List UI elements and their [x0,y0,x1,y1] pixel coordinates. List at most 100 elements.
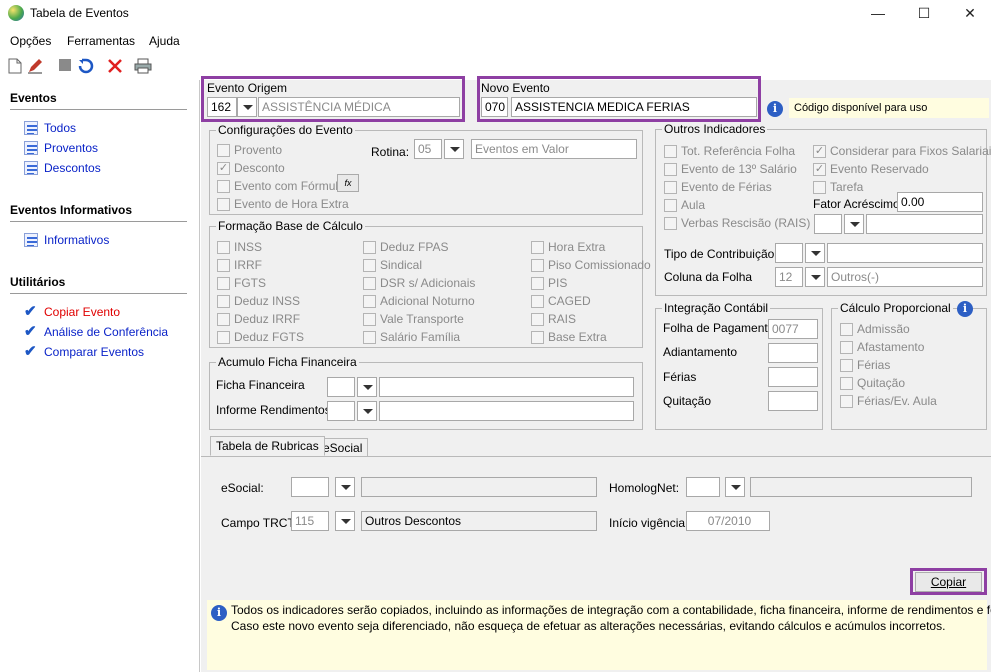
base-checkbox[interactable]: Salário Família [363,330,460,344]
print-icon[interactable] [134,58,152,76]
outros-checkbox[interactable]: Verbas Rescisão (RAIS) [664,216,810,230]
ficha-desc[interactable] [379,377,634,397]
base-checkbox[interactable]: INSS [217,240,262,254]
outros-checkbox[interactable]: ✓ Considerar para Fixos Salariais [813,144,991,158]
base-checkbox[interactable]: Sindical [363,258,422,272]
coluna-dropdown[interactable] [805,267,825,287]
homolognet-label: HomologNet: [609,481,680,495]
trct-dropdown[interactable] [335,511,355,531]
ficha-dropdown[interactable] [357,377,377,397]
proporcional-checkbox[interactable]: Afastamento [840,340,924,354]
base-checkbox[interactable]: RAIS [531,312,576,326]
close-button[interactable]: ✕ [947,0,991,28]
menu-opcoes[interactable]: Opções [10,34,51,48]
quitacao-input[interactable] [768,391,818,411]
informe-code[interactable] [327,401,355,421]
fator-input[interactable]: 0.00 [897,192,983,212]
codigo-status: Código disponível para uso [794,102,928,114]
integracao-group: Integração Contábil Folha de Pagamento 0… [655,301,823,430]
ferias-input[interactable] [768,367,818,387]
vigencia-label: Início vigência: [609,516,689,530]
coluna-code[interactable]: 12 [775,267,803,287]
proporcional-checkbox[interactable]: Quitação [840,376,905,390]
verbas-dropdown[interactable] [844,214,864,234]
sidebar-item-proventos[interactable]: Proventos [24,141,98,155]
informe-desc[interactable] [379,401,634,421]
base-checkbox[interactable]: Deduz FGTS [217,330,304,344]
menu-ferramentas[interactable]: Ferramentas [67,34,135,48]
outros-checkbox[interactable]: Evento de 13º Salário [664,162,797,176]
esocial-code[interactable] [291,477,329,497]
undo-icon[interactable] [77,58,95,76]
adiantamento-input[interactable] [768,343,818,363]
sidebar-item-analise[interactable]: ✔ Análise de Conferência [24,324,168,339]
proporcional-checkbox[interactable]: Admissão [840,322,910,336]
homolognet-desc [750,477,972,497]
outros-checkbox[interactable]: Tot. Referência Folha [664,144,795,158]
menu-ajuda[interactable]: Ajuda [149,34,180,48]
evento-origem-dropdown[interactable] [237,97,257,117]
evento-origem-code[interactable]: 162 [207,97,237,117]
sidebar-item-comparar[interactable]: ✔ Comparar Eventos [24,344,144,359]
formula-button[interactable]: fx [337,174,359,192]
proporcional-checkbox[interactable]: Férias [840,358,890,372]
base-checkbox[interactable]: IRRF [217,258,262,272]
outros-checkbox[interactable]: ✓ Evento Reservado [813,162,929,176]
base-checkbox[interactable]: Piso Comissionado [531,258,651,272]
sidebar-item-informativos[interactable]: Informativos [24,233,109,247]
base-checkbox[interactable]: Hora Extra [531,240,605,254]
edit-icon[interactable] [26,58,44,76]
evento-origem-label: Evento Origem [207,81,288,95]
rotina-dropdown[interactable] [444,139,464,159]
delete-icon[interactable] [106,58,124,76]
sidebar-item-descontos[interactable]: Descontos [24,161,101,175]
folha-input[interactable]: 0077 [768,319,818,339]
minimize-button[interactable]: — [855,0,901,28]
tipo-code[interactable] [775,243,803,263]
tab-rubricas[interactable]: Tabela de Rubricas [210,436,325,456]
maximize-button[interactable]: ☐ [901,0,947,28]
base-checkbox[interactable]: Deduz IRRF [217,312,300,326]
copiar-button[interactable]: Copiar [915,572,982,592]
base-checkbox[interactable]: FGTS [217,276,266,290]
folha-label: Folha de Pagamento [663,321,775,335]
novo-evento-code[interactable]: 070 [481,97,508,117]
verbas-desc[interactable] [866,214,983,234]
base-checkbox[interactable]: Base Extra [531,330,607,344]
sidebar-item-todos[interactable]: Todos [24,121,76,135]
base-checkbox[interactable]: Deduz FPAS [363,240,448,254]
esocial-dropdown[interactable] [335,477,355,497]
formula-checkbox[interactable]: Evento com Fórmula [217,179,345,193]
base-checkbox[interactable]: PIS [531,276,567,290]
trct-code[interactable]: 115 [291,511,329,531]
provento-checkbox[interactable]: Provento [217,143,282,157]
desconto-checkbox[interactable]: ✓ Desconto [217,161,285,175]
outros-checkbox[interactable]: Aula [664,198,705,212]
base-checkbox[interactable]: CAGED [531,294,591,308]
sidebar-section-eventos: Eventos [10,91,57,105]
hora-extra-checkbox[interactable]: Evento de Hora Extra [217,197,349,211]
homolognet-dropdown[interactable] [725,477,745,497]
verbas-code[interactable] [814,214,842,234]
homolognet-code[interactable] [686,477,720,497]
base-checkbox[interactable]: Deduz INSS [217,294,300,308]
proporcional-checkbox[interactable]: Férias/Ev. Aula [840,394,937,408]
vigencia-input[interactable]: 07/2010 [686,511,770,531]
informe-dropdown[interactable] [357,401,377,421]
info-icon[interactable]: i [957,301,973,317]
rotina-code[interactable]: 05 [414,139,442,159]
new-document-icon[interactable] [6,58,24,76]
base-checkbox[interactable]: DSR s/ Adicionais [363,276,475,290]
tipo-desc[interactable] [827,243,983,263]
notice-line-2: Caso este novo evento seja diferenciado,… [231,619,946,633]
ficha-code[interactable] [327,377,355,397]
base-checkbox[interactable]: Adicional Noturno [363,294,475,308]
stop-icon[interactable] [56,58,74,76]
tipo-dropdown[interactable] [805,243,825,263]
base-checkbox[interactable]: Vale Transporte [363,312,464,326]
adiantamento-label: Adiantamento [663,345,738,359]
sidebar-item-copiar-evento[interactable]: ✔ Copiar Evento [24,304,120,319]
novo-evento-desc[interactable]: ASSISTENCIA MEDICA FERIAS [511,97,757,117]
outros-checkbox[interactable]: Tarefa [813,180,863,194]
outros-checkbox[interactable]: Evento de Férias [664,180,772,194]
